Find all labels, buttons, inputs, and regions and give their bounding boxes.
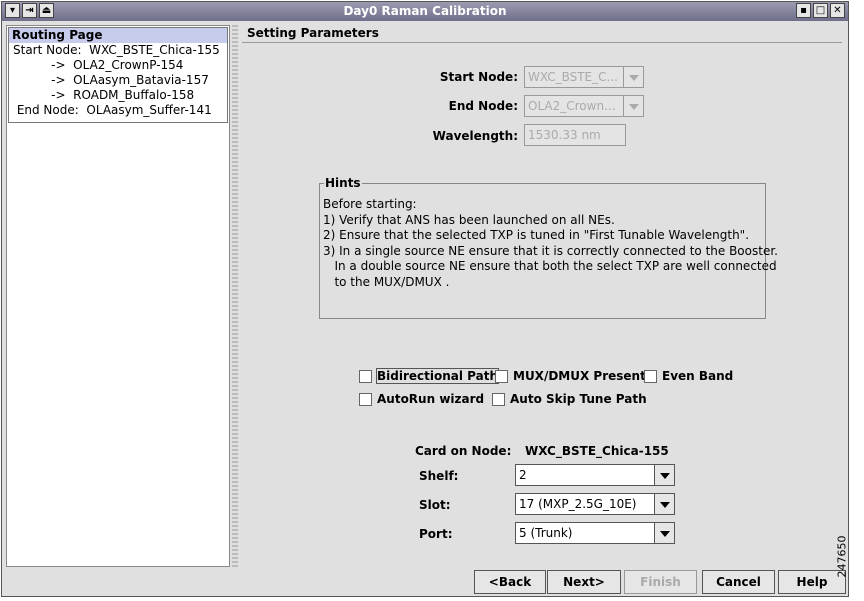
slot-label: Slot: — [419, 498, 451, 512]
chevron-down-icon[interactable] — [654, 465, 674, 485]
checkbox-box[interactable] — [495, 369, 508, 383]
minimize-icon[interactable]: ▪ — [796, 3, 811, 18]
chevron-down-icon[interactable] — [654, 494, 674, 514]
auto-skip-tune-path-checkbox[interactable]: Auto Skip Tune Path — [492, 392, 647, 406]
port-dropdown[interactable]: 5 (Trunk) — [515, 522, 675, 544]
wavelength-value: 1530.33 nm — [528, 128, 601, 142]
auto-skip-tune-path-label[interactable]: Auto Skip Tune Path — [510, 392, 647, 406]
wavelength-label: Wavelength: — [432, 129, 518, 143]
route-line: -> OLA2_CrownP-154 — [13, 58, 184, 72]
maximize-icon[interactable]: □ — [813, 3, 828, 18]
route-line: -> ROADM_Buffalo-158 — [13, 88, 195, 102]
routing-page-box: Routing Page Start Node: WXC_BSTE_Chica-… — [8, 27, 228, 123]
chevron-down-icon[interactable] — [623, 96, 643, 116]
hints-legend: Hints — [324, 176, 362, 190]
chevron-down-icon[interactable] — [654, 523, 674, 543]
window-title: Day0 Raman Calibration — [343, 4, 507, 18]
end-node-dropdown[interactable]: OLA2_Crown... — [524, 95, 644, 117]
mux-dmux-present-checkbox[interactable]: MUX/DMUX Present — [495, 369, 646, 383]
wavelength-field[interactable]: 1530.33 nm — [524, 124, 626, 146]
hints-group: Hints Before starting: 1) Verify that AN… — [319, 176, 778, 319]
even-band-checkbox[interactable]: Even Band — [644, 369, 733, 383]
end-node-label: End Node: — [448, 99, 518, 113]
start-node-value: WXC_BSTE_C... — [528, 70, 618, 84]
card-node-value: WXC_BSTE_Chica-155 — [525, 444, 669, 458]
chevron-down-icon[interactable] — [623, 67, 643, 87]
checkbox-box[interactable] — [359, 369, 372, 383]
routing-page-header: Routing Page — [9, 28, 227, 43]
split-pane-divider[interactable] — [232, 25, 238, 567]
port-label: Port: — [419, 527, 453, 541]
autorun-wizard-checkbox[interactable]: AutoRun wizard — [359, 392, 484, 406]
end-node-value: OLA2_Crown... — [528, 99, 616, 113]
back-button[interactable]: <Back — [474, 570, 546, 594]
route-line: End Node: OLAasym_Suffer-141 — [13, 103, 212, 117]
bidirectional-path-label[interactable]: Bidirectional Path — [375, 368, 500, 384]
hint-line: to the MUX/DMUX . — [323, 274, 450, 289]
cancel-button[interactable]: Cancel — [702, 570, 775, 594]
section-title: Setting Parameters — [247, 26, 379, 40]
shelf-value: 2 — [519, 468, 527, 482]
section-divider — [242, 42, 842, 43]
even-band-label[interactable]: Even Band — [662, 369, 733, 383]
close-icon[interactable]: ✕ — [830, 3, 845, 18]
hint-line: 2) Ensure that the selected TXP is tuned… — [323, 228, 750, 242]
figure-number: 247650 — [836, 520, 863, 595]
hint-line: In a double source NE ensure that both t… — [323, 259, 777, 273]
figure-number-text: 247650 — [835, 535, 849, 578]
parameters-pane: Setting Parameters Start Node: WXC_BSTE_… — [240, 25, 846, 567]
checkbox-box[interactable] — [359, 392, 372, 406]
slot-dropdown[interactable]: 17 (MXP_2.5G_10E) — [515, 493, 675, 515]
dialog-window: ▾ ⇥ ⏏ Day0 Raman Calibration ▪ □ ✕ Routi… — [1, 1, 849, 597]
start-node-label: Start Node: — [439, 70, 518, 84]
next-button[interactable]: Next> — [547, 570, 621, 594]
bidirectional-path-checkbox[interactable]: Bidirectional Path — [359, 368, 500, 384]
hint-line: 3) In a single source NE ensure that it … — [323, 243, 778, 258]
title-bar[interactable]: ▾ ⇥ ⏏ Day0 Raman Calibration ▪ □ ✕ — [2, 2, 848, 21]
autorun-wizard-label[interactable]: AutoRun wizard — [377, 392, 484, 406]
port-value: 5 (Trunk) — [519, 526, 573, 540]
shelf-dropdown[interactable]: 2 — [515, 464, 675, 486]
hint-line: 1) Verify that ANS has been launched on … — [323, 212, 615, 227]
shelf-label: Shelf: — [419, 469, 459, 483]
hint-line: Before starting: — [323, 197, 417, 211]
start-node-dropdown[interactable]: WXC_BSTE_C... — [524, 66, 644, 88]
mux-dmux-present-label[interactable]: MUX/DMUX Present — [513, 369, 646, 383]
checkbox-box[interactable] — [492, 392, 505, 406]
routing-pane: Routing Page Start Node: WXC_BSTE_Chica-… — [6, 25, 230, 567]
checkbox-box[interactable] — [644, 369, 657, 383]
slot-value: 17 (MXP_2.5G_10E) — [519, 497, 637, 511]
card-on-node-label: Card on Node: — [415, 444, 512, 458]
route-line: Start Node: WXC_BSTE_Chica-155 — [13, 43, 220, 57]
finish-button[interactable]: Finish — [624, 570, 697, 594]
route-line: -> OLAasym_Batavia-157 — [13, 73, 209, 87]
